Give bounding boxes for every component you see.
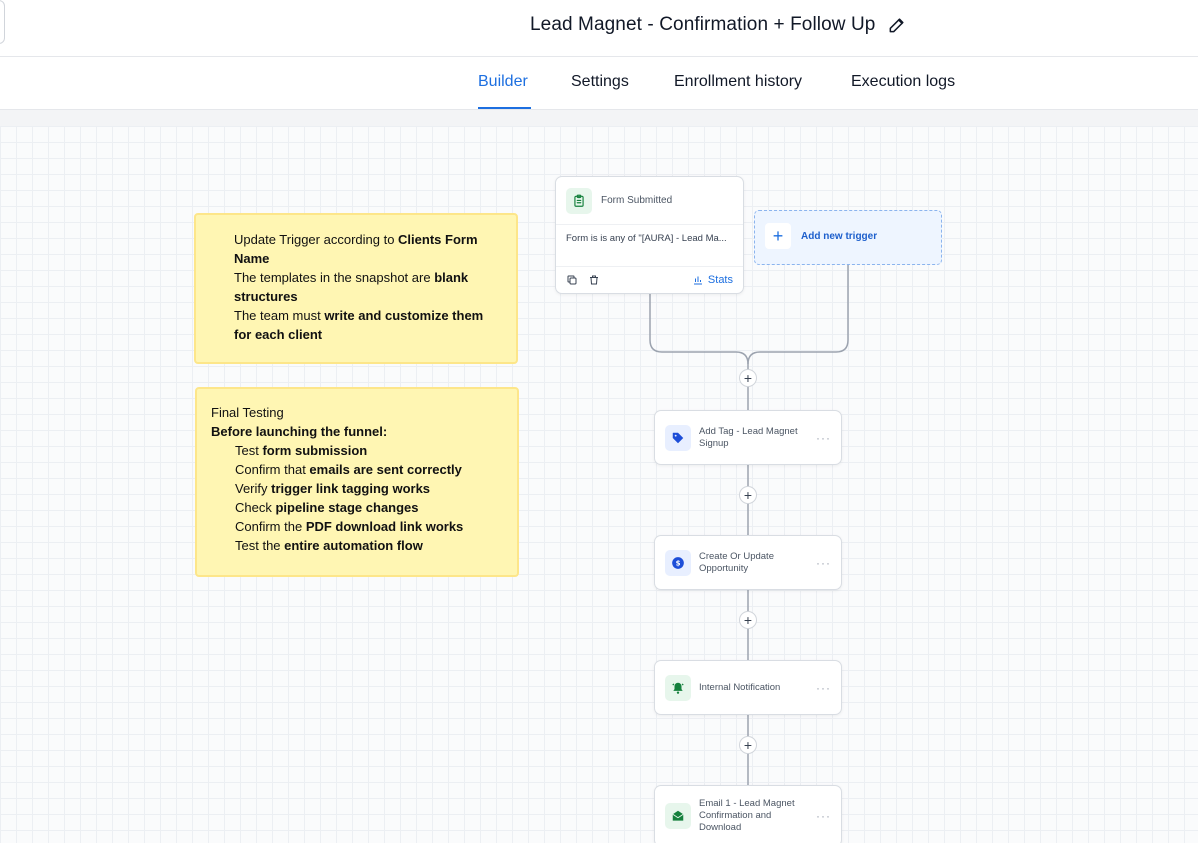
title-wrap: Lead Magnet - Confirmation + Follow Up <box>530 14 907 36</box>
action-card-email-1[interactable]: Email 1 - Lead Magnet Confirmation and D… <box>654 785 842 843</box>
clipboard-icon <box>566 187 592 214</box>
action-card-internal-notification[interactable]: Internal Notification ··· <box>654 660 842 715</box>
dollar-icon: $ <box>665 549 691 576</box>
workflow-canvas[interactable]: Update Trigger according to Clients Form… <box>0 110 1198 843</box>
action-label: Add Tag - Lead Magnet Signup <box>699 425 798 449</box>
action-card-opportunity[interactable]: $ Create Or Update Opportunity ··· <box>654 535 842 590</box>
add-step-button[interactable]: + <box>739 611 757 629</box>
more-options-icon[interactable]: ··· <box>816 681 831 695</box>
trigger-card-header: Form Submitted <box>556 177 743 225</box>
add-trigger-label: Add new trigger <box>801 230 878 242</box>
trigger-condition: Form is is any of "[AURA] - Lead Ma... <box>556 225 743 267</box>
stats-label: Stats <box>707 274 733 286</box>
active-tab-indicator <box>478 107 531 109</box>
more-options-icon[interactable]: ··· <box>816 809 831 823</box>
bar-chart-icon <box>693 276 702 285</box>
trigger-title: Form Submitted <box>601 195 673 206</box>
stats-button[interactable]: Stats <box>692 274 733 286</box>
trigger-card-footer: Stats <box>556 267 743 293</box>
add-new-trigger-button[interactable]: + Add new trigger <box>754 210 942 265</box>
tab-execution-logs[interactable]: Execution logs <box>851 73 955 91</box>
back-button[interactable] <box>0 0 5 44</box>
copy-icon[interactable] <box>566 274 578 286</box>
action-label: Create Or Update Opportunity <box>699 550 774 574</box>
add-step-button[interactable]: + <box>739 369 757 387</box>
action-label: Internal Notification <box>699 681 781 693</box>
tab-enrollment-history[interactable]: Enrollment history <box>674 73 802 91</box>
mail-icon <box>665 803 691 829</box>
tab-settings[interactable]: Settings <box>571 73 629 91</box>
tab-bar: Builder Settings Enrollment history Exec… <box>0 57 1198 110</box>
add-step-button[interactable]: + <box>739 486 757 504</box>
plus-icon: + <box>765 223 791 249</box>
tag-icon <box>665 424 691 451</box>
svg-text:$: $ <box>676 559 681 567</box>
more-options-icon[interactable]: ··· <box>816 431 831 445</box>
pencil-icon[interactable] <box>887 15 907 35</box>
more-options-icon[interactable]: ··· <box>816 556 831 570</box>
header-bar: Lead Magnet - Confirmation + Follow Up <box>0 0 1198 57</box>
add-step-button[interactable]: + <box>739 736 757 754</box>
action-card-add-tag[interactable]: Add Tag - Lead Magnet Signup ··· <box>654 410 842 465</box>
trigger-card-form-submitted[interactable]: Form Submitted Form is is any of "[AURA]… <box>555 176 744 294</box>
action-label: Email 1 - Lead Magnet Confirmation and D… <box>699 798 795 833</box>
trash-icon[interactable] <box>588 274 600 286</box>
tab-builder[interactable]: Builder <box>478 73 528 91</box>
bell-icon <box>665 674 691 701</box>
workflow-title: Lead Magnet - Confirmation + Follow Up <box>530 14 876 35</box>
